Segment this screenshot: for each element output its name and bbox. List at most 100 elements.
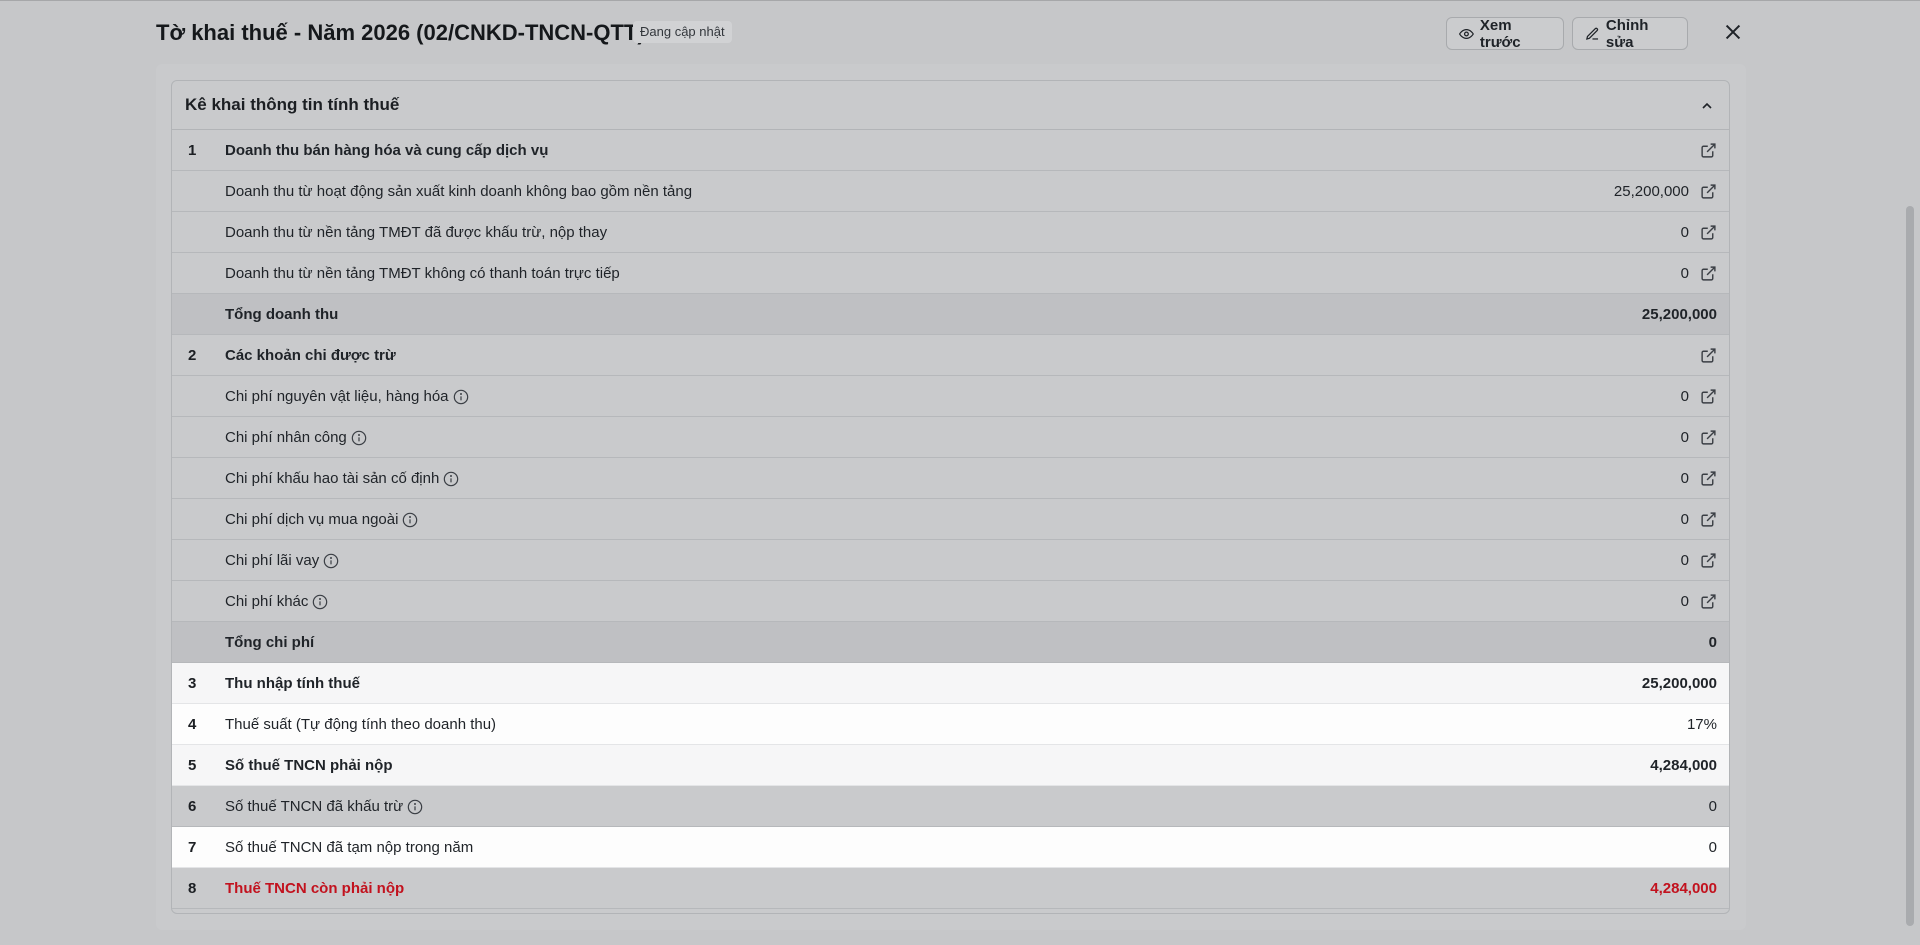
table-row: 4 Thuế suất (Tự động tính theo doanh thu)… <box>172 704 1729 745</box>
row-label-text: Thu nhập tính thuế <box>225 675 360 692</box>
info-icon[interactable] <box>453 389 469 405</box>
info-icon[interactable] <box>351 430 367 446</box>
row-number: 8 <box>188 880 197 897</box>
external-link-icon[interactable] <box>1700 388 1717 405</box>
row-value: 0 <box>1680 593 1689 610</box>
eye-icon <box>1459 28 1474 39</box>
row-label: Chi phí khác <box>225 593 328 610</box>
row-label: Các khoản chi được trừ <box>225 347 396 364</box>
row-label: Chi phí lãi vay <box>225 552 339 569</box>
table-row: 8 Thuế TNCN còn phải nộp 4,284,000 <box>172 868 1729 909</box>
row-label: Thuế TNCN còn phải nộp <box>225 880 404 897</box>
info-icon[interactable] <box>443 471 459 487</box>
row-label: Số thuế TNCN đã khấu trừ <box>225 798 423 815</box>
row-label-text: Doanh thu từ nền tảng TMĐT đã được khấu … <box>225 224 608 241</box>
table-row: Chi phí khấu hao tài sản cố định 0 <box>172 458 1729 499</box>
row-value: 0 <box>1708 798 1717 815</box>
edit-button-label: Chỉnh sửa <box>1605 16 1649 51</box>
row-label: Thuế suất (Tự động tính theo doanh thu) <box>225 716 496 733</box>
table-row: 2 Các khoản chi được trừ <box>172 335 1729 376</box>
table-row: Chi phí lãi vay 0 <box>172 540 1729 581</box>
preview-button[interactable]: Xem trước <box>1446 16 1564 51</box>
row-label-text: Chi phí lãi vay <box>225 552 320 569</box>
status-badge: Đang cập nhật <box>633 21 732 43</box>
external-link-icon[interactable] <box>1700 593 1717 610</box>
row-value: 25,200,000 <box>1641 306 1717 323</box>
edit-button[interactable]: Chỉnh sửa <box>1572 16 1688 51</box>
row-label-text: Thuế suất (Tự động tính theo doanh thu) <box>225 716 497 733</box>
external-link-icon[interactable] <box>1700 265 1717 282</box>
table-row: Chi phí dịch vụ mua ngoài 0 <box>172 499 1729 540</box>
external-link-icon[interactable] <box>1700 511 1717 528</box>
external-link-icon[interactable] <box>1700 470 1717 487</box>
row-label-text: Tổng chi phí <box>225 634 315 651</box>
row-label-text: Chi phí khác <box>225 593 309 610</box>
row-label: Doanh thu bán hàng hóa và cung cấp dịch … <box>225 142 548 159</box>
row-value: 25,200,000 <box>1613 183 1689 200</box>
row-label-text: Chi phí nguyên vật liệu, hàng hóa <box>225 388 449 405</box>
row-value: 0 <box>1680 429 1689 446</box>
table-row: 7 Số thuế TNCN đã tạm nộp trong năm 0 <box>172 827 1729 868</box>
external-link-icon[interactable] <box>1700 224 1717 241</box>
table-row: Chi phí nhân công 0 <box>172 417 1729 458</box>
scrollbar[interactable] <box>1906 206 1914 926</box>
row-label: Doanh thu từ nền tảng TMĐT đã được khấu … <box>225 224 607 241</box>
row-label: Chi phí nhân công <box>225 429 367 446</box>
row-value: 17% <box>1686 716 1717 733</box>
modal-header: Tờ khai thuế - Năm 2026 (02/CNKD-TNCN-QT… <box>0 0 1920 64</box>
row-label: Tổng chi phí <box>225 634 314 651</box>
row-label: Thu nhập tính thuế <box>225 675 360 692</box>
row-label-text: Thuế TNCN còn phải nộp <box>225 880 405 897</box>
external-link-icon[interactable] <box>1700 552 1717 569</box>
row-number: 4 <box>188 716 197 733</box>
chevron-up-icon[interactable] <box>1699 98 1715 114</box>
row-label-text: Chi phí dịch vụ mua ngoài <box>225 511 399 528</box>
external-link-icon[interactable] <box>1700 429 1717 446</box>
row-label: Chi phí khấu hao tài sản cố định <box>225 470 459 487</box>
table-row: Doanh thu từ hoạt động sản xuất kinh doa… <box>172 171 1729 212</box>
row-value: 0 <box>1680 470 1689 487</box>
info-icon[interactable] <box>402 512 418 528</box>
table-row: Chi phí khác 0 <box>172 581 1729 622</box>
row-value: 4,284,000 <box>1650 880 1717 897</box>
table-row: Doanh thu từ nền tảng TMĐT đã được khấu … <box>172 212 1729 253</box>
row-label: Số thuế TNCN phải nộp <box>225 757 392 774</box>
row-value: 4,284,000 <box>1650 757 1717 774</box>
row-label-text: Số thuế TNCN phải nộp <box>225 757 393 774</box>
row-label-text: Chi phí nhân công <box>225 429 347 446</box>
info-icon[interactable] <box>312 594 328 610</box>
section-header[interactable]: Kê khai thông tin tính thuế <box>172 81 1729 130</box>
row-label: Số thuế TNCN đã tạm nộp trong năm <box>225 839 473 856</box>
preview-button-label: Xem trước <box>1479 16 1521 51</box>
table-row: Chi phí nguyên vật liệu, hàng hóa 0 <box>172 376 1729 417</box>
row-label: Chi phí nguyên vật liệu, hàng hóa <box>225 388 469 405</box>
table-row: 5 Số thuế TNCN phải nộp 4,284,000 <box>172 745 1729 786</box>
row-label-text: Doanh thu bán hàng hóa và cung cấp dịch … <box>225 142 549 159</box>
page-title: Tờ khai thuế - Năm 2026 (02/CNKD-TNCN-QT… <box>156 20 645 45</box>
info-icon[interactable] <box>323 553 339 569</box>
row-label-text: Doanh thu từ nền tảng TMĐT không có than… <box>225 265 620 282</box>
row-value: 0 <box>1680 552 1689 569</box>
row-number: 5 <box>188 757 197 774</box>
row-label-text: Doanh thu từ hoạt động sản xuất kinh doa… <box>225 183 693 200</box>
row-number: 1 <box>188 142 197 159</box>
close-icon[interactable] <box>1722 21 1744 43</box>
row-value: 0 <box>1708 839 1717 856</box>
external-link-icon[interactable] <box>1700 347 1717 364</box>
table-row: Doanh thu từ nền tảng TMĐT không có than… <box>172 253 1729 294</box>
table-row: 6 Số thuế TNCN đã khấu trừ 0 <box>172 786 1729 827</box>
table-row: Tổng doanh thu 25,200,000 <box>172 294 1729 335</box>
table-row: Tổng chi phí 0 <box>172 622 1729 663</box>
row-label-text: Số thuế TNCN đã tạm nộp trong năm <box>225 839 474 856</box>
info-icon[interactable] <box>407 799 423 815</box>
row-number: 7 <box>188 839 197 856</box>
row-value: 0 <box>1680 511 1689 528</box>
external-link-icon[interactable] <box>1700 142 1717 159</box>
external-link-icon[interactable] <box>1700 183 1717 200</box>
table-row: 3 Thu nhập tính thuế 25,200,000 <box>172 663 1729 704</box>
row-label: Tổng doanh thu <box>225 306 338 323</box>
row-number: 3 <box>188 675 197 692</box>
row-value: 0 <box>1680 224 1689 241</box>
tax-info-section: Kê khai thông tin tính thuế 1 Doanh thu b… <box>171 80 1730 914</box>
row-label-text: Số thuế TNCN đã khấu trừ <box>225 798 404 815</box>
